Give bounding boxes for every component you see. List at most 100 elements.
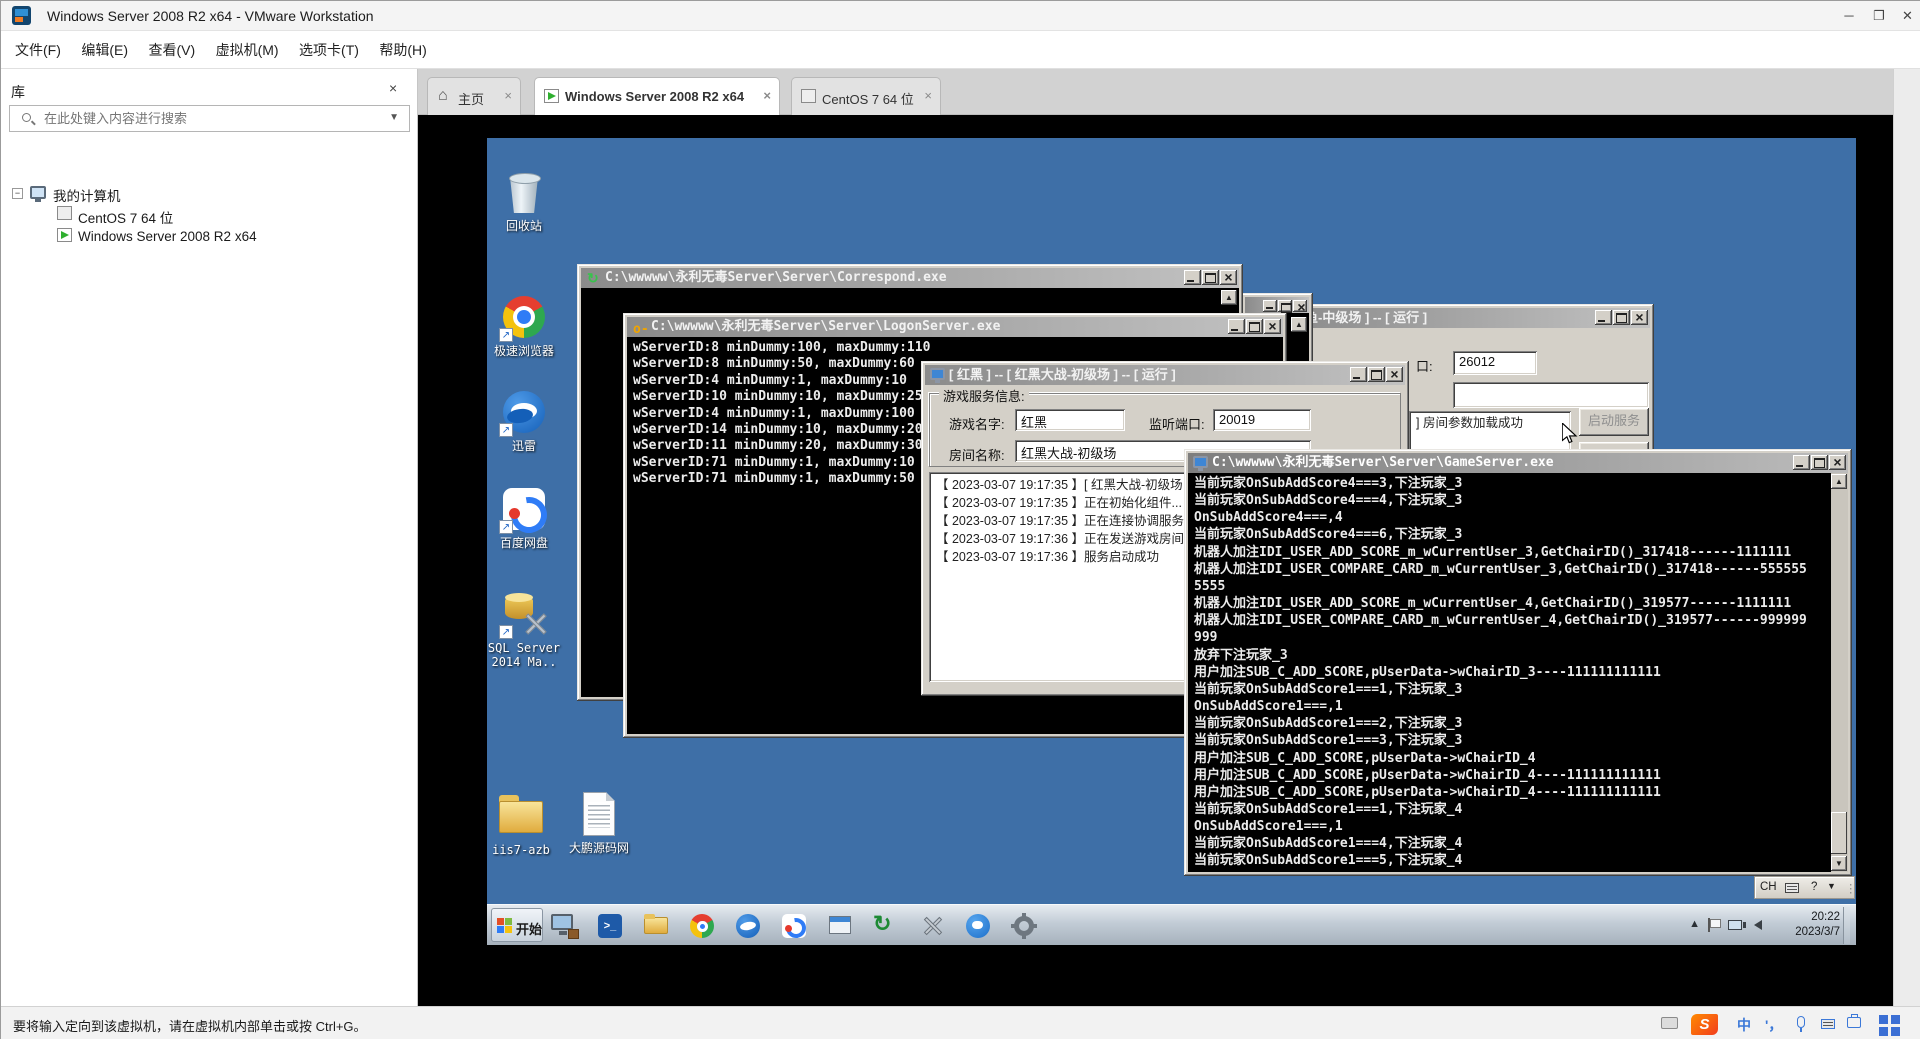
taskbar-baidu-netdisk-icon[interactable] [779, 911, 809, 941]
room-name-box[interactable] [1453, 382, 1649, 408]
language-bar-grip[interactable]: ⋮ [1845, 881, 1857, 895]
taskbar-thunder-icon[interactable] [733, 911, 763, 941]
taskbar-powershell-icon[interactable]: >_ [595, 911, 625, 941]
desktop-icon-recycle-bin[interactable]: 回收站 [476, 169, 572, 233]
scroll-down-icon[interactable]: ▼ [1831, 856, 1847, 871]
library-search-box[interactable]: ▼ [9, 105, 410, 132]
action-center-flag-icon[interactable] [1708, 918, 1720, 932]
maximize-icon[interactable] [1811, 455, 1828, 470]
taskbar-explorer-icon[interactable] [641, 911, 671, 941]
search-input[interactable] [44, 109, 374, 128]
groupbox-label: 游戏服务信息: [939, 386, 1029, 405]
console-titlebar[interactable] [1245, 297, 1309, 313]
menu-tabs[interactable]: 选项卡(T) [291, 31, 367, 69]
scrollbar-thumb[interactable] [1831, 812, 1847, 854]
window-minimize-button[interactable]: ─ [1834, 1, 1864, 31]
tree-node-my-computer[interactable]: 我的计算机 [53, 185, 121, 205]
tree-node-centos[interactable]: CentOS 7 64 位 [78, 207, 173, 227]
desktop-icon-browser[interactable]: ↗ 极速浏览器 [476, 294, 572, 358]
language-help-icon[interactable]: ? [1811, 881, 1817, 893]
taskbar-green-recycle-icon[interactable]: ↻ [871, 911, 901, 941]
scroll-up-icon[interactable]: ▲ [1291, 317, 1307, 332]
menu-view[interactable]: 查看(V) [140, 31, 203, 69]
close-icon[interactable] [1220, 270, 1237, 285]
gameserver-titlebar[interactable]: C:\wwwww\永利无毒Server\Server\GameServer.ex… [1188, 453, 1848, 473]
desktop-icon-dapeng[interactable]: 大鹏源码网 [551, 791, 647, 855]
tab-close-icon[interactable]: × [763, 88, 771, 103]
maximize-icon[interactable] [1278, 300, 1292, 312]
window-close-button[interactable]: ✕ [1894, 1, 1920, 31]
vm-console-area[interactable]: 回收站 ↗ 极速浏览器 ↗ 迅雷 ↗ 百度网盘 ↗ SQL Server 201… [418, 115, 1893, 1006]
tree-node-windows-server[interactable]: Windows Server 2008 R2 x64 [78, 229, 257, 244]
desktop-icon-baidu-netdisk[interactable]: ↗ 百度网盘 [476, 486, 572, 550]
microphone-icon[interactable] [1797, 1016, 1805, 1028]
maximize-icon[interactable] [1202, 270, 1219, 285]
app-grid-icon[interactable] [1879, 1015, 1900, 1036]
keyboard-icon[interactable] [1821, 1019, 1835, 1029]
start-service-button[interactable]: 启动服务 [1579, 408, 1649, 436]
taskbar-clock[interactable]: 20:22 2023/3/7 [1795, 910, 1840, 940]
taskbar-gear-icon[interactable] [1009, 911, 1039, 941]
show-desktop-button[interactable] [1843, 907, 1850, 944]
tree-expander-icon[interactable]: − [12, 188, 23, 199]
scroll-up-icon[interactable]: ▲ [1221, 290, 1237, 305]
sogou-input-icon[interactable]: S [1691, 1014, 1718, 1035]
fishing-window-titlebar[interactable]: 鱼-中级场 ] -- [ 运行 ] [1287, 308, 1650, 328]
close-icon[interactable] [1829, 455, 1846, 470]
taskbar-chrome-icon[interactable] [687, 911, 717, 941]
volume-tray-icon[interactable] [1754, 920, 1762, 930]
scrollbar[interactable]: ▲ ▼ [1831, 473, 1848, 872]
tab-centos[interactable]: CentOS 7 64 位 × [791, 77, 941, 115]
gameserver-console-window[interactable]: C:\wwwww\永利无毒Server\Server\GameServer.ex… [1184, 449, 1852, 876]
menu-edit[interactable]: 编辑(E) [73, 31, 136, 69]
close-icon[interactable] [1386, 367, 1403, 382]
window-maximize-button[interactable]: ❐ [1864, 1, 1894, 31]
network-tray-icon[interactable] [1728, 920, 1742, 930]
listen-port-box[interactable]: 20019 [1213, 409, 1311, 431]
language-options-caret[interactable]: ▼ [1827, 881, 1836, 891]
taskbar-server-manager-icon[interactable] [549, 911, 579, 941]
toolbox-icon[interactable] [1847, 1017, 1861, 1028]
vm-stopped-icon [57, 206, 72, 220]
correspond-titlebar[interactable]: ↻ C:\wwwww\永利无毒Server\Server\Correspond.… [581, 268, 1239, 288]
minimize-icon[interactable] [1350, 367, 1367, 382]
minimize-icon[interactable] [1184, 270, 1201, 285]
scroll-up-icon[interactable]: ▲ [1831, 474, 1847, 489]
game-name-box[interactable]: 红黑 [1015, 409, 1125, 431]
close-icon[interactable] [1631, 310, 1648, 325]
minimize-icon[interactable] [1228, 319, 1245, 334]
tab-close-icon[interactable]: × [504, 88, 512, 103]
search-dropdown-caret[interactable]: ▼ [389, 112, 399, 123]
desktop-icon-sql-server[interactable]: ↗ SQL Server 2014 Ma.. [476, 591, 572, 669]
maximize-icon[interactable] [1246, 319, 1263, 334]
device-hdd-icon[interactable] [1661, 1017, 1678, 1029]
desktop-icon-thunder[interactable]: ↗ 迅雷 [476, 389, 572, 453]
minimize-icon[interactable] [1263, 300, 1277, 312]
tab-home[interactable]: ⌂ 主页 × [427, 77, 521, 115]
redblack-titlebar[interactable]: [ 红黑 ] -- [ 红黑大战-初级场 ] -- [ 运行 ] [925, 365, 1405, 385]
tab-windows-server[interactable]: Windows Server 2008 R2 x64 × [534, 77, 780, 115]
keyboard-layout-icon[interactable] [1785, 883, 1799, 893]
library-close-icon[interactable]: × [389, 80, 397, 96]
menu-file[interactable]: 文件(F) [7, 31, 69, 69]
chinese-mode-icon[interactable]: 中 [1737, 1015, 1751, 1035]
menu-help[interactable]: 帮助(H) [371, 31, 434, 69]
start-button[interactable]: 开始 [491, 908, 543, 942]
maximize-icon[interactable] [1613, 310, 1630, 325]
logonserver-titlebar[interactable]: o- C:\wwwww\永利无毒Server\Server\LogonServe… [627, 317, 1283, 337]
show-hidden-icons[interactable]: ▲ [1689, 918, 1700, 930]
menu-vm[interactable]: 虚拟机(M) [208, 31, 287, 69]
taskbar-tools-icon[interactable] [917, 911, 947, 941]
minimize-icon[interactable] [1793, 455, 1810, 470]
punctuation-icon[interactable]: '， [1765, 1015, 1782, 1035]
taskbar-window-app-icon[interactable] [825, 911, 855, 941]
taskbar-messenger-icon[interactable] [963, 911, 993, 941]
language-bar[interactable]: CH ? ▼ ⋮ [1754, 876, 1855, 899]
language-indicator[interactable]: CH [1760, 881, 1777, 893]
maximize-icon[interactable] [1368, 367, 1385, 382]
close-icon[interactable] [1264, 319, 1281, 334]
port-value-box[interactable]: 26012 [1453, 351, 1537, 375]
minimize-icon[interactable] [1595, 310, 1612, 325]
close-icon[interactable] [1293, 300, 1307, 312]
tab-close-icon[interactable]: × [924, 88, 932, 103]
